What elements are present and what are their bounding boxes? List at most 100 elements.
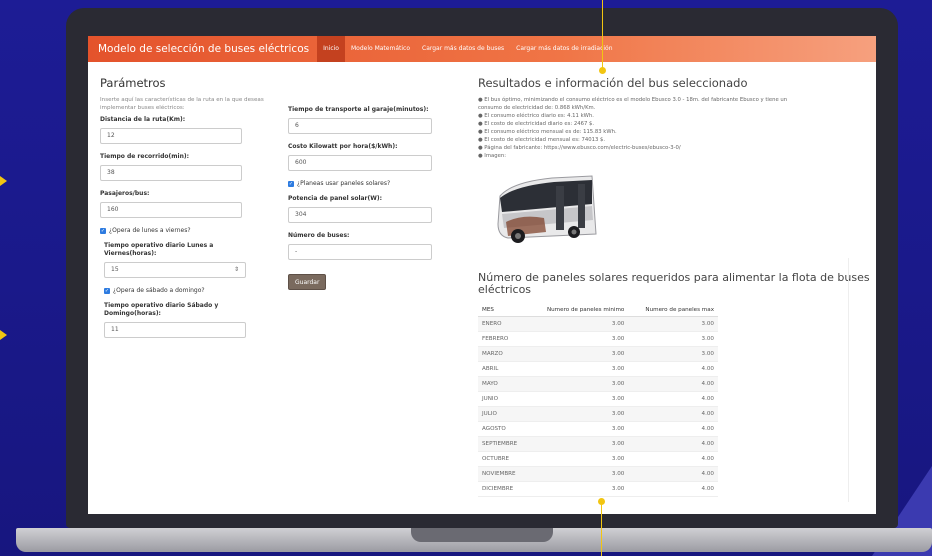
pasajeros-label: Pasajeros/bus: — [100, 190, 150, 197]
cell-mes: AGOSTO — [478, 421, 529, 437]
table-row: DICIEMBRE 3.00 4.00 — [478, 481, 718, 497]
check-icon[interactable]: ✓ — [104, 287, 110, 294]
params-column-1: Parámetros Inserte aquí las característi… — [100, 76, 280, 347]
result-bullet-6[interactable]: ● Página del fabricante: https://www.ebu… — [478, 144, 870, 152]
laptop-notch — [411, 528, 553, 542]
cell-max: 4.00 — [628, 391, 718, 407]
main-content: Parámetros Inserte aquí las característi… — [88, 62, 876, 514]
cell-min: 3.00 — [528, 421, 629, 437]
cell-mes: MAYO — [478, 376, 529, 392]
divider — [848, 258, 849, 502]
buses-label: Número de buses: — [288, 232, 350, 239]
cell-max: 3.00 — [628, 316, 718, 332]
check-icon[interactable]: ✓ — [100, 227, 106, 234]
solar-checkbox-label: ¿Planeas usar paneles solares? — [297, 180, 391, 187]
table-row: MARZO 3.00 3.00 — [478, 346, 718, 362]
header-min: Numero de paneles minimo — [528, 304, 629, 317]
marker-line-top — [602, 0, 603, 70]
header-max: Numero de paneles max — [628, 304, 718, 317]
lunes-input[interactable]: 15 ⇕ — [104, 262, 246, 278]
table-row: JUNIO 3.00 4.00 — [478, 391, 718, 407]
panels-title: Número de paneles solares requeridos par… — [478, 271, 870, 296]
marker-line-bottom — [601, 504, 602, 556]
results-column: Resultados e información del bus selecci… — [478, 76, 870, 497]
sabado-checkbox-row[interactable]: ✓ ¿Opera de sábado a domingo? — [104, 287, 280, 294]
nav-link-buses[interactable]: Cargar más datos de buses — [416, 36, 510, 62]
lunes-checkbox-row[interactable]: ✓ ¿Opera de lunes a viernes? — [100, 227, 280, 234]
cell-min: 3.00 — [528, 316, 629, 332]
cell-mes: JUNIO — [478, 391, 529, 407]
cell-min: 3.00 — [528, 436, 629, 452]
cell-min: 3.00 — [528, 391, 629, 407]
params-column-2: Tiempo de transporte al garaje(minutos):… — [288, 106, 438, 290]
potencia-label: Potencia de panel solar(W): — [288, 195, 383, 202]
results-title: Resultados e información del bus selecci… — [478, 76, 748, 90]
app-screen: Modelo de selección de buses eléctricos … — [88, 36, 876, 514]
cell-max: 4.00 — [628, 481, 718, 497]
check-icon[interactable]: ✓ — [288, 180, 294, 187]
cell-max: 4.00 — [628, 376, 718, 392]
cell-mes: JULIO — [478, 406, 529, 422]
result-bullet-2: ● El consumo eléctrico diario es: 4.11 k… — [478, 113, 594, 119]
garaje-input[interactable]: 6 — [288, 118, 432, 134]
spinner-icon[interactable]: ⇕ — [234, 263, 239, 277]
cell-mes: SEPTIEMBRE — [478, 436, 529, 452]
result-bullet-1: ● El bus óptimo, minimizando el consumo … — [478, 97, 788, 111]
sabado-checkbox-label: ¿Opera de sábado a domingo? — [113, 287, 205, 294]
lunes-value: 15 — [111, 266, 119, 273]
cell-mes: ENERO — [478, 316, 529, 332]
solar-checkbox-row[interactable]: ✓ ¿Planeas usar paneles solares? — [288, 180, 438, 187]
cell-mes: NOVIEMBRE — [478, 466, 529, 482]
cell-mes: DICIEMBRE — [478, 481, 529, 497]
potencia-input[interactable]: 304 — [288, 207, 432, 223]
navbar-brand[interactable]: Modelo de selección de buses eléctricos — [98, 43, 309, 55]
result-bullet-4: ● El consumo eléctrico mensual es de: 11… — [478, 129, 617, 135]
cell-max: 4.00 — [628, 466, 718, 482]
table-row: MAYO 3.00 4.00 — [478, 376, 718, 392]
cell-max: 4.00 — [628, 421, 718, 437]
table-row: JULIO 3.00 4.00 — [478, 406, 718, 422]
table-row: ABRIL 3.00 4.00 — [478, 361, 718, 377]
cell-min: 3.00 — [528, 406, 629, 422]
cell-mes: MARZO — [478, 346, 529, 362]
sabado-label: Tiempo operativo diario Sábado y Domingo… — [104, 302, 219, 317]
table-row: AGOSTO 3.00 4.00 — [478, 421, 718, 437]
costo-input[interactable]: 600 — [288, 155, 432, 171]
marker-arrow-left-1 — [0, 176, 7, 186]
marker-arrow-left-2 — [0, 330, 7, 340]
lunes-checkbox-label: ¿Opera de lunes a viernes? — [109, 227, 191, 234]
nav-link-inicio[interactable]: Inicio — [317, 36, 345, 62]
distancia-input[interactable]: 12 — [100, 128, 242, 144]
params-help: Inserte aquí las características de la r… — [100, 97, 264, 111]
cell-max: 4.00 — [628, 406, 718, 422]
buses-input[interactable]: - — [288, 244, 432, 260]
cell-mes: ABRIL — [478, 361, 529, 377]
cell-max: 4.00 — [628, 451, 718, 467]
table-row: ENERO 3.00 3.00 — [478, 316, 718, 332]
garaje-label: Tiempo de transporte al garaje(minutos): — [288, 106, 429, 113]
table-row: SEPTIEMBRE 3.00 4.00 — [478, 436, 718, 452]
cell-min: 3.00 — [528, 346, 629, 362]
marker-dot-top — [599, 67, 606, 74]
panels-table: MES Numero de paneles minimo Numero de p… — [478, 304, 718, 497]
lunes-label: Tiempo operativo diario Lunes a Viernes(… — [104, 242, 214, 257]
result-bullet-5: ● El costo de electricidad mensual es: 7… — [478, 137, 606, 143]
cell-mes: FEBRERO — [478, 331, 529, 347]
header-mes: MES — [478, 304, 529, 317]
pasajeros-input[interactable]: 160 — [100, 202, 242, 218]
navbar: Modelo de selección de buses eléctricos … — [88, 36, 876, 62]
cell-mes: OCTUBRE — [478, 451, 529, 467]
cell-min: 3.00 — [528, 376, 629, 392]
cell-min: 3.00 — [528, 331, 629, 347]
nav-link-modelo[interactable]: Modelo Matemático — [345, 36, 416, 62]
costo-label: Costo Kilowatt por hora($/kWh): — [288, 143, 398, 150]
guardar-button[interactable]: Guardar — [288, 274, 327, 290]
sabado-input[interactable]: 11 — [104, 322, 246, 338]
bus-image — [497, 175, 597, 243]
cell-max: 4.00 — [628, 361, 718, 377]
table-row: NOVIEMBRE 3.00 4.00 — [478, 466, 718, 482]
recorrido-input[interactable]: 38 — [100, 165, 242, 181]
table-header-row: MES Numero de paneles minimo Numero de p… — [478, 304, 718, 317]
params-title: Parámetros — [100, 76, 166, 90]
cell-min: 3.00 — [528, 361, 629, 377]
